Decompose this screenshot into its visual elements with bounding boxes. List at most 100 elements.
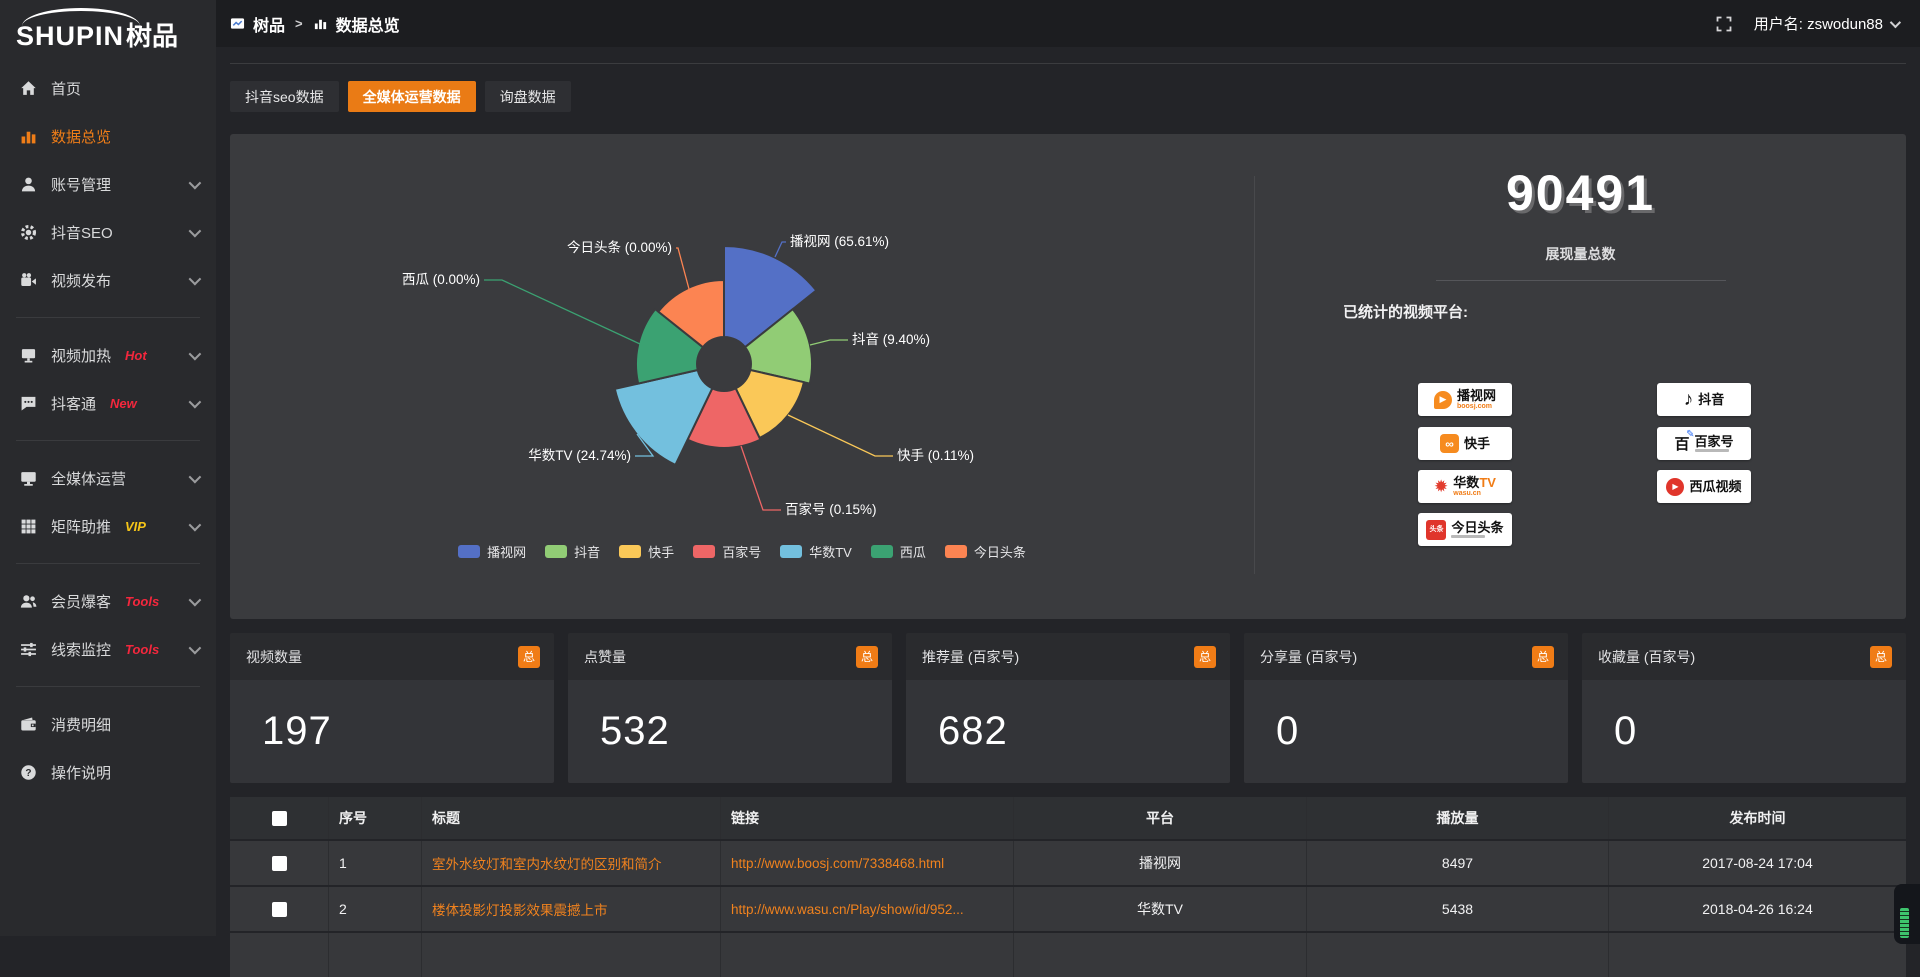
legend-label: 播视网 [487, 542, 526, 561]
cell-index: 1 [328, 841, 421, 885]
sidebar-item-lead-monitor[interactable]: 线索监控Tools [0, 625, 216, 673]
fullscreen-icon[interactable] [1716, 16, 1732, 32]
sidebar-item-label: 会员爆客 [51, 591, 111, 612]
pie-label: 今日头条 (0.00%) [567, 239, 672, 255]
cell-platform [1013, 933, 1306, 977]
chevron-down-icon [189, 593, 202, 606]
legend-item-快手[interactable]: 快手 [619, 542, 674, 561]
legend-item-抖音[interactable]: 抖音 [545, 542, 600, 561]
sidebar-divider [16, 563, 200, 564]
platform-name: 抖音 [1698, 393, 1724, 406]
platform-logo-grid: ▶播视网boosj.com♪抖音∞快手百✎百家号✹华数TVwasu.cn▶西瓜视… [1255, 374, 1906, 584]
tab-douyin-seo-data[interactable]: 抖音seo数据 [230, 81, 339, 112]
user-menu[interactable]: 用户名: zswodun88 [1754, 13, 1898, 34]
platform-tagline [1451, 535, 1485, 538]
sidebar-item-home[interactable]: 首页 [0, 64, 216, 112]
platform-name: 华数TV [1453, 476, 1496, 489]
sidebar-item-video-publish[interactable]: 视频发布 [0, 256, 216, 304]
gear-icon [20, 224, 37, 241]
sidebar-item-label: 抖音SEO [51, 222, 113, 243]
cell-index [328, 933, 421, 977]
overview-panel: 播视网 (65.61%)抖音 (9.40%)快手 (0.11%)百家号 (0.1… [230, 134, 1906, 619]
sidebar-item-douketong[interactable]: 抖客通New [0, 379, 216, 427]
sidebar-item-account-management[interactable]: 账号管理 [0, 160, 216, 208]
topbar: 树品 > 数据总览 用户名: zswodun88 [216, 0, 1920, 47]
platform-name: 百家号 [1695, 435, 1734, 448]
pie-label-line [775, 242, 786, 257]
sidebar-item-omni-media[interactable]: 全媒体运营 [0, 454, 216, 502]
table-row: 1室外水纹灯和室内水纹灯的区别和简介http://www.boosj.com/7… [230, 839, 1906, 885]
pie-label: 播视网 (65.61%) [790, 234, 889, 249]
sidebar: SHUPIN树品 首页数据总览账号管理抖音SEO视频发布视频加热Hot抖客通Ne… [0, 0, 216, 936]
legend-label: 西瓜 [900, 542, 926, 561]
stat-card-value: 197 [230, 709, 332, 754]
monitor-icon [20, 470, 37, 487]
legend-label: 快手 [648, 542, 674, 561]
cell-published [1608, 933, 1906, 977]
column-header: 标题 [421, 797, 720, 839]
breadcrumb: 树品 > 数据总览 [230, 12, 400, 36]
cell-plays: 5438 [1306, 887, 1608, 931]
cell-plays: 8497 [1306, 841, 1608, 885]
summary-pane: 90491 展现量总数 已统计的视频平台: ▶播视网boosj.com♪抖音∞快… [1255, 134, 1906, 619]
chevron-down-icon [189, 224, 202, 237]
tab-inquiry-data[interactable]: 询盘数据 [485, 81, 571, 112]
stat-cards-row: 视频数量总197点赞量总532推荐量 (百家号)总682分享量 (百家号)总0收… [230, 633, 1906, 783]
cell-platform: 华数TV [1013, 887, 1306, 931]
legend-item-华数TV[interactable]: 华数TV [780, 542, 852, 561]
users-icon [20, 593, 37, 610]
legend-item-西瓜[interactable]: 西瓜 [871, 542, 926, 561]
legend-item-百家号[interactable]: 百家号 [693, 542, 761, 561]
chevron-down-icon [1890, 16, 1901, 27]
cell-title-link[interactable]: 楼体投影灯投影效果震撼上市 [421, 887, 720, 931]
sidebar-item-douyin-seo[interactable]: 抖音SEO [0, 208, 216, 256]
platforms-title: 已统计的视频平台: [1343, 301, 1906, 322]
platform-sub-label: boosj.com [1457, 403, 1492, 410]
sidebar-item-matrix-boost[interactable]: 矩阵助推VIP [0, 502, 216, 550]
cell-url-link[interactable] [720, 933, 1013, 977]
total-impressions-label: 展现量总数 [1255, 244, 1906, 264]
pie-label-line [676, 248, 689, 289]
legend-item-播视网[interactable]: 播视网 [458, 542, 526, 561]
pie-label: 西瓜 (0.00%) [402, 272, 480, 287]
sidebar-item-label: 首页 [51, 78, 81, 99]
row-checkbox[interactable] [272, 856, 287, 871]
logo-arc-decoration [22, 8, 140, 26]
sidebar-item-member-baoke[interactable]: 会员爆客Tools [0, 577, 216, 625]
breadcrumb-item-data-overview[interactable]: 数据总览 [336, 12, 400, 36]
stat-card: 点赞量总532 [568, 633, 892, 783]
tab-omni-media-data[interactable]: 全媒体运营数据 [348, 81, 476, 112]
legend-item-今日头条[interactable]: 今日头条 [945, 542, 1026, 561]
stat-card-label: 点赞量 [584, 647, 626, 667]
main-content: 抖音seo数据全媒体运营数据询盘数据 播视网 (65.61%) 抖音 (9.40%… [216, 47, 1920, 936]
sidebar-item-video-heat[interactable]: 视频加热Hot [0, 331, 216, 379]
select-all-checkbox[interactable] [272, 811, 287, 826]
platform-badge-xigua: ▶西瓜视频 [1657, 470, 1751, 503]
cell-index: 2 [328, 887, 421, 931]
header-divider [230, 63, 1906, 64]
legend-swatch [619, 545, 641, 558]
platform-name: 快手 [1464, 437, 1490, 450]
legend-label: 抖音 [574, 542, 600, 561]
pie-label: 快手 (0.11%) [897, 448, 974, 463]
breadcrumb-item-shupin[interactable]: 树品 [253, 12, 285, 36]
legend-swatch [780, 545, 802, 558]
pie-label: 抖音 (9.40%) [852, 331, 930, 347]
floating-extension-widget[interactable] [1894, 884, 1920, 944]
cell-title-link[interactable] [421, 933, 720, 977]
sidebar-item-operation-guide[interactable]: ?操作说明 [0, 748, 216, 796]
cell-url-link[interactable]: http://www.wasu.cn/Play/show/id/952... [720, 887, 1013, 931]
sidebar-item-label: 视频发布 [51, 270, 111, 291]
row-checkbox[interactable] [272, 902, 287, 917]
user-icon [20, 176, 37, 193]
chevron-down-icon [189, 470, 202, 483]
stat-card: 收藏量 (百家号)总0 [1582, 633, 1906, 783]
cell-url-link[interactable]: http://www.boosj.com/7338468.html [720, 841, 1013, 885]
cell-platform: 播视网 [1013, 841, 1306, 885]
sidebar-item-data-overview[interactable]: 数据总览 [0, 112, 216, 160]
sidebar-item-consume-detail[interactable]: 消费明细 [0, 700, 216, 748]
cell-title-link[interactable]: 室外水纹灯和室内水纹灯的区别和简介 [421, 841, 720, 885]
chevron-down-icon [189, 518, 202, 531]
column-header: 播放量 [1306, 797, 1608, 839]
chevron-down-icon [189, 347, 202, 360]
